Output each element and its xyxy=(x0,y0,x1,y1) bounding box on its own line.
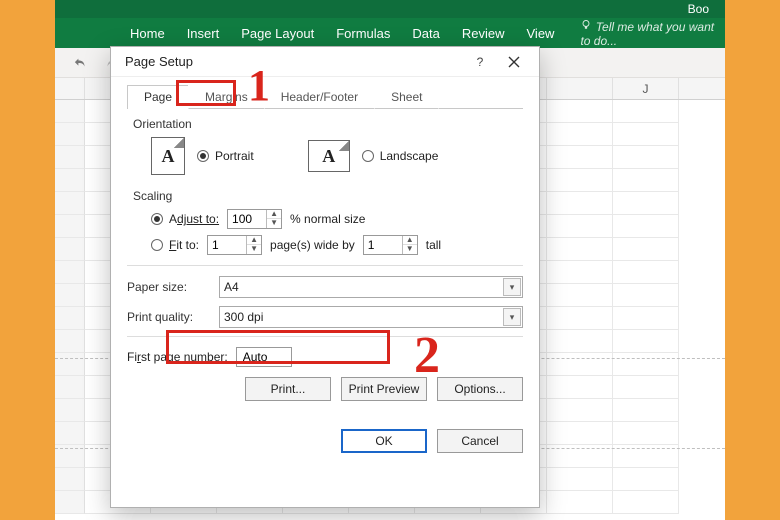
lightbulb-icon xyxy=(580,19,592,31)
ribbon-tab-page-layout[interactable]: Page Layout xyxy=(241,26,314,41)
fit-tail-label: tall xyxy=(426,238,441,252)
dialog-title: Page Setup xyxy=(125,54,463,69)
dialog-tabs: Page Margins Header/Footer Sheet xyxy=(127,85,523,109)
adjust-to-label: Adjust to: xyxy=(169,212,219,226)
col-header[interactable]: J xyxy=(613,78,679,99)
col-header[interactable] xyxy=(547,78,613,99)
radio-icon xyxy=(362,150,374,162)
scaling-label: Scaling xyxy=(133,189,523,203)
paper-size-value: A4 xyxy=(224,280,239,294)
print-quality-combo[interactable]: 300 dpi ▾ xyxy=(219,306,523,328)
print-quality-value: 300 dpi xyxy=(224,310,263,324)
spin-down-icon[interactable]: ▼ xyxy=(267,219,281,228)
print-quality-label: Print quality: xyxy=(127,310,209,324)
adjust-to-input[interactable] xyxy=(228,210,266,228)
spin-down-icon[interactable]: ▼ xyxy=(403,245,417,254)
fit-wide-input[interactable] xyxy=(208,236,246,254)
adjust-to-suffix: % normal size xyxy=(290,212,365,226)
first-page-number-label: First page number: xyxy=(127,350,228,364)
print-button[interactable]: Print... xyxy=(245,377,331,401)
ribbon-tab-review[interactable]: Review xyxy=(462,26,505,41)
ok-button[interactable]: OK xyxy=(341,429,427,453)
radio-icon xyxy=(151,239,163,251)
fit-to-label: Fit to: xyxy=(169,238,199,252)
landscape-page-icon: A xyxy=(308,140,350,172)
fit-tall-spinner[interactable]: ▲▼ xyxy=(363,235,418,255)
titlebar xyxy=(55,0,725,18)
undo-icon xyxy=(74,56,88,70)
options-button[interactable]: Options... xyxy=(437,377,523,401)
cancel-button[interactable]: Cancel xyxy=(437,429,523,453)
app-title: Boo xyxy=(688,0,709,18)
portrait-page-icon: A xyxy=(151,137,185,175)
ribbon-tab-formulas[interactable]: Formulas xyxy=(336,26,390,41)
fit-wide-spinner[interactable]: ▲▼ xyxy=(207,235,262,255)
fit-tall-input[interactable] xyxy=(364,236,402,254)
adjust-to-spinner[interactable]: ▲▼ xyxy=(227,209,282,229)
scaling-group: Adjust to: ▲▼ % normal size Fit to: ▲▼ p… xyxy=(127,209,523,255)
radio-icon xyxy=(197,150,209,162)
chevron-down-icon: ▾ xyxy=(503,308,521,326)
fit-to-radio[interactable]: Fit to: xyxy=(151,238,199,252)
close-button[interactable] xyxy=(497,50,531,74)
fit-mid-label: page(s) wide by xyxy=(270,238,355,252)
tell-me-label: Tell me what you want to do... xyxy=(580,20,714,48)
landscape-radio[interactable]: Landscape xyxy=(362,149,439,163)
page-setup-dialog: Page Setup ? Page Margins Header/Footer … xyxy=(110,46,540,508)
adjust-to-radio[interactable]: Adjust to: xyxy=(151,212,219,226)
tell-me-search[interactable]: Tell me what you want to do... xyxy=(580,19,725,48)
ribbon-tab-data[interactable]: Data xyxy=(412,26,439,41)
paper-size-label: Paper size: xyxy=(127,280,209,294)
portrait-label: Portrait xyxy=(215,149,254,163)
tab-margins[interactable]: Margins xyxy=(188,85,265,109)
portrait-radio[interactable]: Portrait xyxy=(197,149,254,163)
ribbon-tab-insert[interactable]: Insert xyxy=(187,26,220,41)
close-icon xyxy=(508,56,520,68)
tab-page[interactable]: Page xyxy=(127,85,189,109)
orientation-group: A Portrait A Landscape xyxy=(127,137,523,175)
ribbon-tab-view[interactable]: View xyxy=(527,26,555,41)
chevron-down-icon: ▾ xyxy=(503,278,521,296)
tab-sheet[interactable]: Sheet xyxy=(374,85,439,109)
first-page-number-input[interactable] xyxy=(236,347,292,367)
dialog-titlebar: Page Setup ? xyxy=(111,47,539,77)
help-button[interactable]: ? xyxy=(463,50,497,74)
paper-size-combo[interactable]: A4 ▾ xyxy=(219,276,523,298)
spin-down-icon[interactable]: ▼ xyxy=(247,245,261,254)
ribbon-tab-home[interactable]: Home xyxy=(130,26,165,41)
orientation-label: Orientation xyxy=(133,117,523,131)
print-preview-button[interactable]: Print Preview xyxy=(341,377,427,401)
tab-header-footer[interactable]: Header/Footer xyxy=(264,85,375,109)
ribbon: Home Insert Page Layout Formulas Data Re… xyxy=(55,18,725,48)
radio-icon xyxy=(151,213,163,225)
landscape-label: Landscape xyxy=(380,149,439,163)
undo-button[interactable] xyxy=(69,52,93,74)
